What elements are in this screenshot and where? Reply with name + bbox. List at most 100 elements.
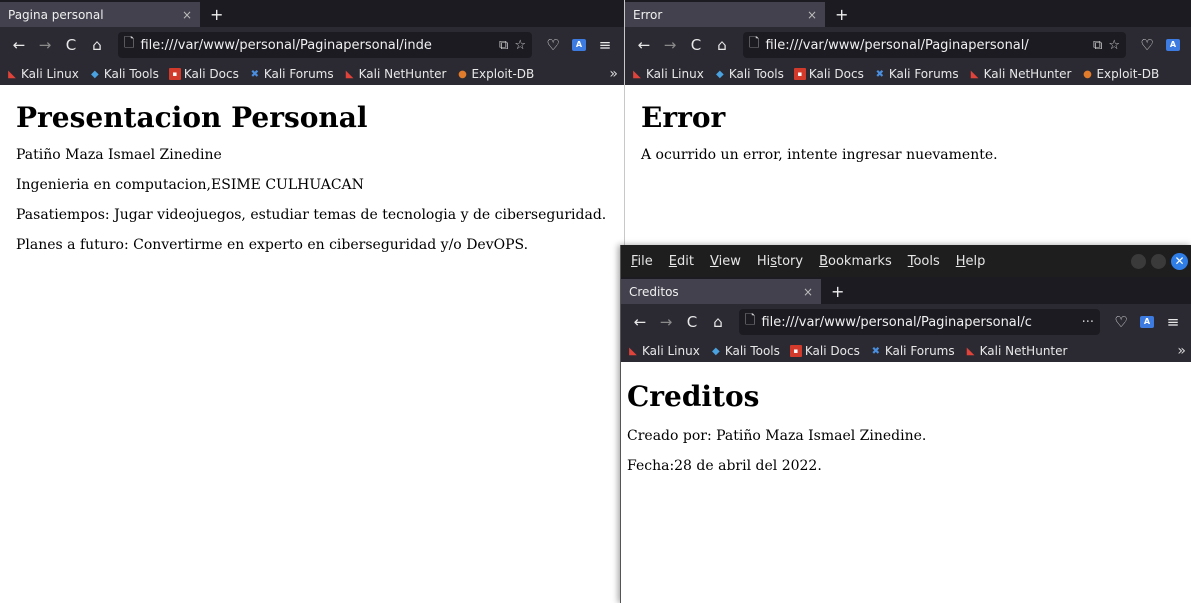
tab-strip: Creditos × + [621,277,1191,304]
bookmark-kali-linux[interactable]: ◣ Kali Linux [627,344,700,358]
text-line: Ingenieria en computacion,ESIME CULHUACA… [16,177,364,193]
pocket-icon[interactable]: ♡ [540,36,566,54]
extension-icon[interactable]: A [1166,39,1180,51]
bookmark-kali-docs[interactable]: ▪ Kali Docs [168,67,239,81]
menu-bookmarks[interactable]: Bookmarks [819,254,892,269]
menu-file[interactable]: File [631,254,653,269]
close-tab-icon[interactable]: × [182,8,192,22]
tools-icon: ◆ [711,345,720,357]
more-actions-icon[interactable]: ··· [1082,315,1094,330]
pocket-icon[interactable]: ♡ [1108,313,1134,331]
bookmark-kali-tools[interactable]: ◆ Kali Tools [710,344,780,358]
bookmark-star-icon[interactable]: ☆ [514,38,526,53]
extension-icon[interactable]: A [1140,316,1154,328]
page-content: Presentacion Personal Patiño Maza Ismael… [0,85,624,272]
close-tab-icon[interactable]: × [807,8,817,22]
tab-error[interactable]: Error × [625,2,825,27]
browser-window-error: Error × + ← → C ⌂ 🗋 file:///var/www/pers… [624,0,1191,245]
docs-icon: ▪ [793,68,806,80]
close-tab-icon[interactable]: × [803,285,813,299]
browser-window-creditos: File Edit View History Bookmarks Tools H… [620,245,1191,603]
address-bar[interactable]: 🗋 file:///var/www/personal/Paginapersona… [739,309,1100,335]
bookmark-kali-nethunter[interactable]: ◣ Kali NetHunter [969,67,1072,81]
bookmark-kali-nethunter[interactable]: ◣ Kali NetHunter [965,344,1068,358]
address-text: file:///var/www/personal/Paginapersonal/… [761,314,1032,330]
tab-title: Pagina personal [8,7,104,22]
tab-pagina-personal[interactable]: Pagina personal × [0,2,200,27]
menu-tools[interactable]: Tools [908,254,940,269]
reload-icon[interactable]: C [679,313,705,331]
text-line: Creado por: Patiño Maza Ismael Zinedine. [627,428,927,444]
address-bar[interactable]: 🗋 file:///var/www/personal/Paginapersona… [743,32,1126,58]
app-menu-icon[interactable]: ≡ [592,36,618,54]
bookmark-kali-forums[interactable]: ✖ Kali Forums [249,67,334,81]
close-window-button[interactable]: ✕ [1171,252,1188,270]
bookmark-kali-tools[interactable]: ◆ Kali Tools [89,67,159,81]
back-icon[interactable]: ← [627,313,653,331]
address-text: file:///var/www/personal/Paginapersonal/ [765,37,1029,53]
reader-view-icon[interactable]: ⧉ [1093,38,1102,53]
maximize-button[interactable] [1151,253,1166,269]
page-heading: Presentacion Personal [16,101,368,134]
menu-help[interactable]: Help [956,254,986,269]
new-tab-button[interactable]: + [835,2,848,27]
reader-view-icon[interactable]: ⧉ [499,38,508,53]
back-icon[interactable]: ← [6,36,32,54]
navigation-bar: ← → C ⌂ 🗋 file:///var/www/personal/Pagin… [0,27,624,63]
menu-edit[interactable]: Edit [669,254,694,269]
bookmark-kali-nethunter[interactable]: ◣ Kali NetHunter [344,67,447,81]
new-tab-button[interactable]: + [210,2,223,27]
home-icon[interactable]: ⌂ [84,36,110,54]
docs-icon: ▪ [789,345,802,357]
kali-dragon-icon: ◣ [629,345,637,357]
tab-creditos[interactable]: Creditos × [621,279,821,304]
forward-icon[interactable]: → [32,36,58,54]
new-tab-button[interactable]: + [831,279,844,304]
exploit-db-icon: ● [1083,68,1092,80]
forums-icon: ✖ [871,345,881,357]
home-icon[interactable]: ⌂ [709,36,735,54]
forums-icon: ✖ [250,68,260,80]
back-icon[interactable]: ← [631,36,657,54]
pocket-icon[interactable]: ♡ [1134,36,1160,54]
forward-icon[interactable]: → [657,36,683,54]
bookmark-kali-docs[interactable]: ▪ Kali Docs [789,344,860,358]
app-menu-icon[interactable]: ≡ [1160,313,1186,331]
exploit-db-icon: ● [458,68,467,80]
bookmark-kali-tools[interactable]: ◆ Kali Tools [714,67,784,81]
forward-icon[interactable]: → [653,313,679,331]
bookmark-kali-forums[interactable]: ✖ Kali Forums [870,344,955,358]
menu-view[interactable]: View [710,254,741,269]
browser-window-personal: Pagina personal × + ← → C ⌂ 🗋 file:///va… [0,0,624,603]
tab-title: Creditos [629,284,679,299]
tab-strip: Error × + [625,0,1191,27]
address-text: file:///var/www/personal/Paginapersonal/… [140,37,432,53]
page-heading: Creditos [627,380,760,413]
bookmark-kali-forums[interactable]: ✖ Kali Forums [874,67,959,81]
error-message: A ocurrido un error, intente ingresar nu… [641,147,998,163]
page-content: Creditos Creado por: Patiño Maza Ismael … [621,362,1191,493]
bookmark-star-icon[interactable]: ☆ [1108,38,1120,53]
bookmark-kali-docs[interactable]: ▪ Kali Docs [793,67,864,81]
address-bar[interactable]: 🗋 file:///var/www/personal/Paginapersona… [118,32,532,58]
menu-history[interactable]: History [757,254,803,269]
nethunter-icon: ◣ [970,68,979,80]
bookmark-kali-linux[interactable]: ◣ Kali Linux [631,67,704,81]
minimize-button[interactable] [1131,253,1146,269]
home-icon[interactable]: ⌂ [705,313,731,331]
reload-icon[interactable]: C [683,36,709,54]
text-line: Patiño Maza Ismael Zinedine [16,147,222,163]
navigation-bar: ← → C ⌂ 🗋 file:///var/www/personal/Pagin… [625,27,1191,63]
page-heading: Error [641,101,726,134]
bookmarks-overflow-icon[interactable]: » [609,66,618,82]
kali-dragon-icon: ◣ [8,68,16,80]
bookmarks-toolbar: ◣ Kali Linux ◆ Kali Tools ▪ Kali Docs ✖ Kali… [0,63,624,85]
bookmark-exploit-db[interactable]: ● Exploit-DB [1081,67,1159,81]
tools-icon: ◆ [90,68,99,80]
bookmarks-overflow-icon[interactable]: » [1177,343,1186,359]
bookmark-kali-linux[interactable]: ◣ Kali Linux [6,67,79,81]
tools-icon: ◆ [715,68,724,80]
reload-icon[interactable]: C [58,36,84,54]
extension-icon[interactable]: A [572,39,586,51]
bookmark-exploit-db[interactable]: ● Exploit-DB [456,67,534,81]
